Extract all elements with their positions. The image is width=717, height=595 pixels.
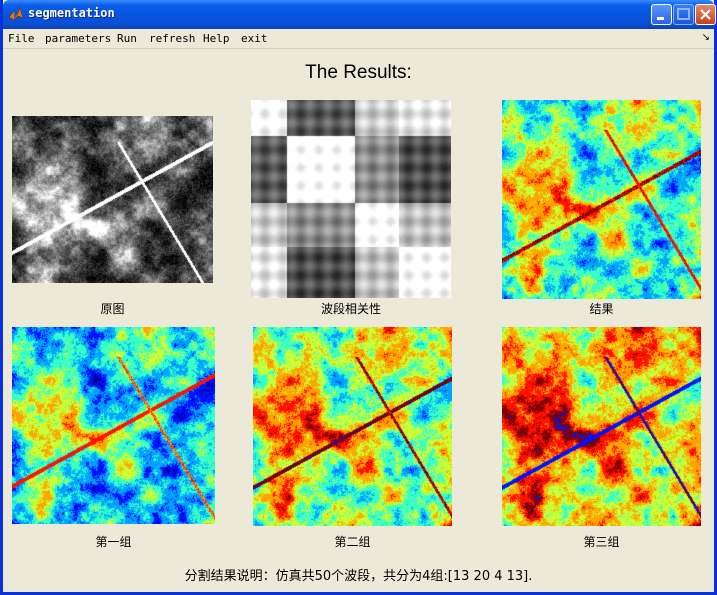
menu-help[interactable]: Help bbox=[203, 32, 230, 45]
segmentation-summary: 分割结果说明：仿真共50个波段，共分为4组:[13 20 4 13]. bbox=[184, 569, 533, 584]
window-title: segmentation bbox=[28, 6, 115, 20]
caption-band-correlation: 波段相关性 bbox=[320, 302, 381, 316]
band-correlation-image bbox=[251, 100, 451, 298]
panel-group-2 bbox=[253, 327, 452, 526]
panel-group-1 bbox=[12, 327, 215, 524]
close-icon bbox=[700, 9, 711, 20]
menu-parameters[interactable]: parameters bbox=[45, 32, 111, 45]
group-3-image bbox=[502, 327, 701, 526]
figure-heading: The Results: bbox=[305, 62, 412, 83]
menu-run[interactable]: Run bbox=[117, 32, 137, 45]
menu-file[interactable]: File bbox=[8, 32, 35, 45]
panel-result bbox=[502, 100, 701, 299]
menu-bar: File parameters Run refresh Help exit ↘ bbox=[3, 29, 714, 49]
menu-refresh[interactable]: refresh bbox=[149, 32, 195, 45]
panel-original bbox=[12, 116, 213, 283]
caption-original: 原图 bbox=[100, 302, 125, 316]
caption-group-2: 第二组 bbox=[334, 535, 371, 549]
matlab-figure-window: segmentation File parameters Run refresh… bbox=[0, 0, 717, 595]
result-image bbox=[502, 100, 701, 299]
caption-group-1: 第一组 bbox=[95, 535, 132, 549]
menu-exit[interactable]: exit bbox=[241, 32, 268, 45]
panel-band-correlation bbox=[251, 100, 451, 298]
minimize-icon bbox=[657, 17, 664, 20]
group-2-image bbox=[253, 327, 452, 526]
maximize-button[interactable] bbox=[673, 4, 694, 25]
minimize-button[interactable] bbox=[651, 4, 672, 25]
matlab-app-icon[interactable] bbox=[8, 6, 24, 22]
original-image bbox=[12, 116, 213, 283]
close-button[interactable] bbox=[695, 4, 716, 25]
maximize-icon bbox=[677, 8, 690, 20]
title-bar[interactable]: segmentation bbox=[3, 0, 716, 29]
dock-arrow-icon[interactable]: ↘ bbox=[702, 32, 710, 43]
panel-group-3 bbox=[502, 327, 701, 526]
caption-group-3: 第三组 bbox=[583, 535, 620, 549]
caption-result: 结果 bbox=[589, 302, 614, 316]
group-1-image bbox=[12, 327, 215, 524]
